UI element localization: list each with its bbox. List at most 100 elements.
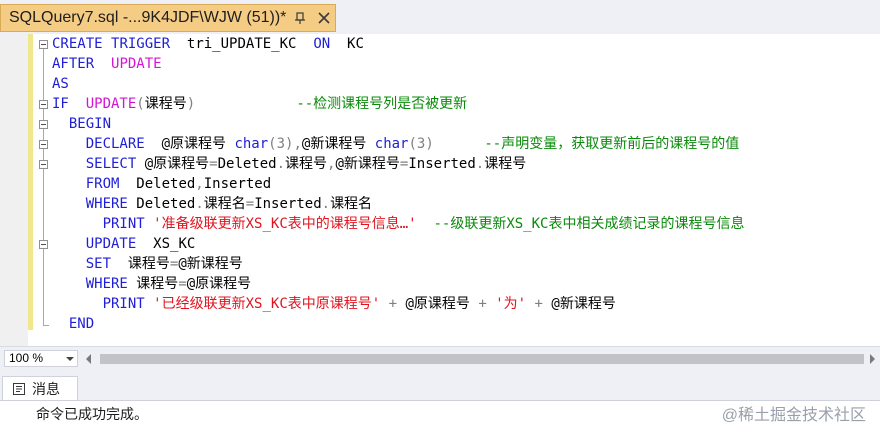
- code-line[interactable]: CREATE TRIGGER tri_UPDATE_KC ON KC: [52, 34, 364, 54]
- code-token: +: [534, 296, 543, 312]
- code-line[interactable]: PRINT '已经级联更新XS_KC表中原课程号' + @原课程号 + '为' …: [52, 294, 616, 314]
- code-token: SET: [85, 256, 112, 272]
- code-token: PRINT: [102, 296, 145, 312]
- tab-sqlquery7[interactable]: SQLQuery7.sql -...9K4JDF\WJW (51))*: [0, 4, 336, 32]
- code-token: @新课程号: [301, 136, 375, 152]
- collapse-icon[interactable]: [39, 40, 48, 49]
- code-token: SELECT: [85, 156, 137, 172]
- code-token: --检测课程号列是否被更新: [296, 96, 468, 112]
- code-line[interactable]: BEGIN: [52, 114, 111, 134]
- pin-icon[interactable]: [291, 9, 309, 27]
- code-line[interactable]: AFTER UPDATE: [52, 54, 162, 74]
- code-token: .: [321, 196, 331, 212]
- zoom-select[interactable]: 100 %: [4, 350, 78, 367]
- outline-guide: [43, 48, 44, 326]
- collapse-icon[interactable]: [39, 160, 48, 169]
- code-token: ): [186, 96, 196, 112]
- code-token: @原课程号: [186, 276, 252, 292]
- code-token: '准备级联更新XS_KC表中的课程号信息…': [153, 216, 417, 232]
- collapse-icon[interactable]: [39, 120, 48, 129]
- code-token: UPDATE: [85, 96, 137, 112]
- code-token: char: [234, 136, 269, 152]
- code-line[interactable]: IF UPDATE(课程号) --检测课程号列是否被更新: [52, 94, 467, 114]
- code-token: .: [475, 156, 485, 172]
- code-token: Inserted: [254, 196, 322, 212]
- scroll-right-icon[interactable]: [870, 354, 875, 364]
- code-line[interactable]: END: [52, 314, 94, 334]
- code-line[interactable]: SET 课程号=@新课程号: [52, 254, 243, 274]
- code-line[interactable]: AS: [52, 74, 69, 94]
- code-line[interactable]: WHERE 课程号=@原课程号: [52, 274, 251, 294]
- code-line[interactable]: DECLARE @原课程号 char(3),@新课程号 char(3) --声明…: [52, 134, 740, 154]
- code-token: Inserted: [203, 176, 272, 192]
- code-token: WHERE: [85, 196, 128, 212]
- close-icon[interactable]: [315, 9, 333, 27]
- code-line[interactable]: WHERE Deleted.课程名=Inserted.课程名: [52, 194, 372, 214]
- document-tab-strip: SQLQuery7.sql -...9K4JDF\WJW (51))*: [0, 0, 880, 34]
- code-token: @原课程号: [144, 136, 235, 152]
- code-token: @原课程号: [397, 296, 479, 312]
- code-line[interactable]: UPDATE XS_KC: [52, 234, 196, 254]
- code-token: @新课程号: [178, 256, 243, 272]
- code-token: --级联更新XS_KC表中相关成绩记录的课程号信息: [433, 216, 745, 232]
- code-token: =: [245, 196, 255, 212]
- code-token: 课程号: [144, 96, 187, 112]
- collapse-icon[interactable]: [39, 140, 48, 149]
- code-token: (: [136, 96, 145, 112]
- result-message: 命令已成功完成。: [36, 406, 148, 422]
- code-token: @新课程号: [335, 156, 400, 172]
- code-token: 课程号: [285, 156, 328, 172]
- code-token: AS: [52, 76, 69, 92]
- collapse-icon[interactable]: [39, 100, 48, 109]
- tab-messages[interactable]: 消息: [2, 376, 78, 400]
- code-token: ,: [293, 136, 302, 152]
- code-token: WHERE: [85, 276, 128, 292]
- code-token: BEGIN: [68, 116, 112, 132]
- code-token: Deleted: [127, 196, 196, 212]
- code-token: Deleted: [217, 156, 277, 172]
- code-token: ,: [195, 176, 204, 192]
- code-line[interactable]: FROM Deleted,Inserted: [52, 174, 271, 194]
- code-line[interactable]: SELECT @原课程号=Deleted.课程号,@新课程号=Inserted.…: [52, 154, 527, 174]
- tab-title: SQLQuery7.sql -...9K4JDF\WJW (51))*: [9, 9, 287, 26]
- code-token: XS_KC: [136, 236, 196, 252]
- code-token: DECLARE: [85, 136, 145, 152]
- messages-output: 命令已成功完成。 @稀土掘金技术社区: [0, 400, 880, 436]
- code-token: 课程名: [203, 196, 246, 212]
- code-token: PRINT: [102, 216, 145, 232]
- code-token: ON: [313, 36, 331, 52]
- editor-gutter: [0, 34, 28, 346]
- code-token: =: [209, 156, 218, 172]
- query-editor[interactable]: CREATE TRIGGER tri_UPDATE_KC ON KC AFTER …: [0, 34, 880, 346]
- horizontal-scrollbar-thumb[interactable]: [100, 354, 864, 364]
- code-token: 课程号: [111, 256, 170, 272]
- collapse-icon[interactable]: [39, 240, 48, 249]
- outline-end-tick: [43, 325, 49, 326]
- code-token: UPDATE: [85, 236, 137, 252]
- code-token: char: [374, 136, 409, 152]
- code-token: Inserted: [408, 156, 476, 172]
- editor-status-bar: 100 %: [0, 346, 880, 370]
- code-token: .: [195, 196, 204, 212]
- code-line[interactable]: PRINT '准备级联更新XS_KC表中的课程号信息…' --级联更新XS_KC…: [52, 214, 745, 234]
- code-token: +: [388, 296, 398, 312]
- code-token: --声明变量，获取更新前后的课程号的值: [484, 136, 740, 152]
- scroll-left-icon[interactable]: [86, 354, 91, 364]
